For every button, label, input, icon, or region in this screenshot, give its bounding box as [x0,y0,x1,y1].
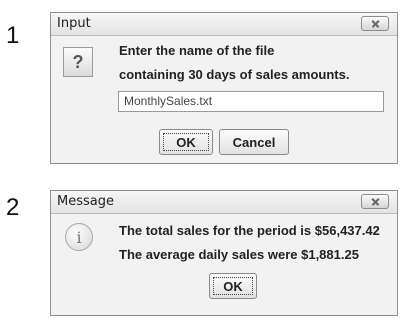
message-dialog-title: Message [57,194,114,209]
input-dialog-titlebar[interactable]: Input [51,13,397,36]
message-line2: The average daily sales were $1,881.25 [119,247,359,262]
question-icon: ? [63,47,93,77]
close-icon[interactable] [361,16,389,31]
cancel-button[interactable]: Cancel [219,129,289,155]
filename-input[interactable]: MonthlySales.txt [118,91,384,112]
close-icon[interactable] [361,194,389,209]
message-dialog-titlebar[interactable]: Message [51,191,397,214]
step-number-2: 2 [6,194,20,221]
info-icon: i [65,223,93,251]
input-message-line1: Enter the name of the file [119,43,275,58]
input-message-line2: containing 30 days of sales amounts. [119,67,350,82]
input-dialog-title: Input [57,16,91,31]
message-dialog: Message i The total sales for the period… [50,190,398,316]
ok-button[interactable]: OK [209,273,257,299]
step-number-1: 1 [6,22,20,49]
message-line1: The total sales for the period is $56,43… [119,223,380,238]
input-dialog: Input ? Enter the name of the file conta… [50,12,398,164]
ok-button[interactable]: OK [159,129,213,155]
